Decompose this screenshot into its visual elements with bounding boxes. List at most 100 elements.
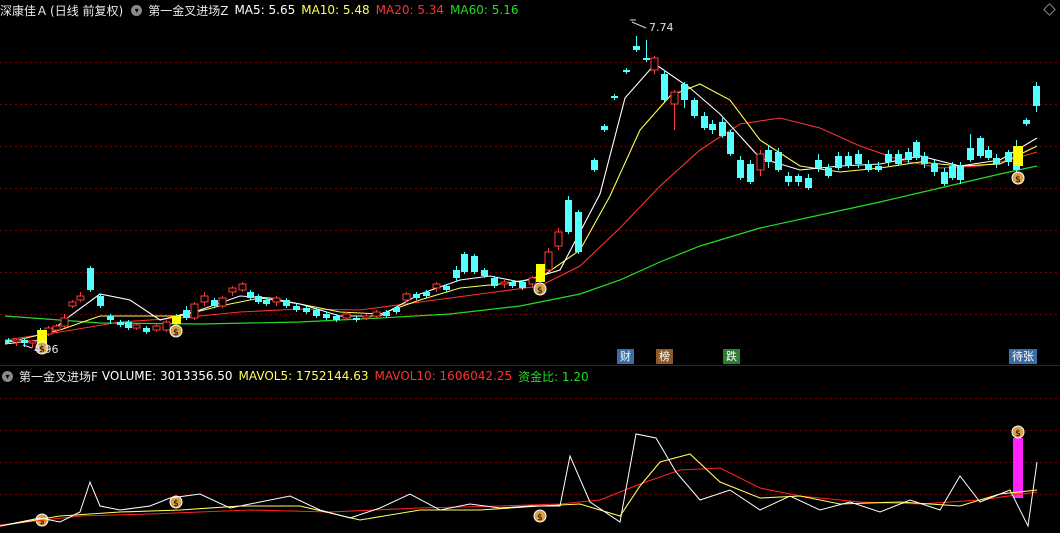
candle [993,154,1000,168]
curve [4,117,1038,341]
badge-finance[interactable]: 财 [617,349,634,364]
candle [661,70,668,102]
candle-body [795,176,802,182]
candle-body [519,282,526,288]
candle [985,146,992,160]
candle [701,112,708,130]
candle-body [1023,120,1030,124]
badge-ranking[interactable]: 榜 [656,349,673,364]
candle [461,252,468,274]
curve [0,467,1038,526]
candle-body [875,166,882,170]
candle-body [957,166,964,180]
candle-body [967,148,974,160]
candle-body [60,317,69,327]
volume-grid-lines [0,398,1060,495]
candle-body [303,308,310,312]
candle [500,280,509,288]
candle-body [293,306,300,310]
candle-body [650,57,659,71]
volume-indicator-menu-icon[interactable]: ▾ [2,370,13,382]
candle-body [554,231,563,247]
candle-body [825,168,832,176]
candle [670,90,679,130]
candle [1023,118,1030,126]
coin-glyph: $ [173,499,179,509]
candle-body [12,339,21,343]
candle [913,140,920,160]
candle-body [931,164,938,172]
candle [162,320,171,332]
volume-chart-header: ▾ 第一金叉进场F VOLUME: 3013356.50 MAVOL5: 175… [0,366,1060,386]
candle [785,172,792,186]
candle-body [727,132,734,154]
candle-body [383,312,390,316]
candle [591,158,598,172]
coin-glyph: $ [1015,429,1021,439]
candle [255,294,262,304]
candle [413,292,420,300]
candle-body [623,70,630,72]
candle [825,164,832,178]
candle [402,292,411,302]
candle-body [481,270,488,276]
candle [737,156,744,180]
candle [835,152,842,170]
candle [633,36,640,52]
candle [967,134,974,162]
candle-body [453,270,460,278]
candle-body [218,297,227,307]
grid-lines [0,62,1060,315]
ma60-line [4,165,1038,325]
candle-body [591,160,598,170]
candle [575,210,582,254]
candle-body [601,126,608,130]
candle-body [815,160,822,168]
candle [977,136,984,158]
candle [218,296,227,308]
candle-body [993,158,1000,164]
high-annotation: 7.74 [630,19,674,34]
candlestick-chart[interactable]: $$$$ 7.74 4.96 [0,0,1060,366]
candle [247,290,254,300]
candle [845,152,852,168]
candle [931,160,938,176]
candle-body [845,156,852,166]
candle-body [211,300,218,306]
candle [272,296,281,306]
badge-pending[interactable]: 待张 [1009,349,1037,364]
candle-body [747,164,754,182]
mavol5-value: MAVOL5: 1752144.63 [238,369,369,383]
candle [544,248,553,272]
candle-body [756,153,765,171]
volume-chart[interactable]: $$$$ [0,386,1060,533]
coin-glyph: $ [173,328,179,338]
candle [200,292,209,306]
candle [60,314,69,328]
volume-indicator-name[interactable]: 第一金叉进场F [19,368,98,385]
candle-body [125,322,132,328]
ma5-line [4,63,1038,345]
badge-fall[interactable]: 跌 [723,349,740,364]
candle-body [372,311,381,317]
candle [453,266,460,282]
candle [941,168,948,186]
candle-body [977,138,984,156]
candle [471,254,478,274]
candle-body [885,154,892,162]
candle-body [183,310,190,318]
candle [727,130,734,156]
candle-body [701,116,708,128]
candle [865,160,872,172]
candle [97,294,104,308]
candle-body [765,150,772,162]
candle-body [200,295,209,303]
candle-body [432,283,441,289]
candle-body [76,295,85,301]
candle-body [709,124,716,130]
candle-body [775,152,782,170]
candle-body [611,96,618,98]
candle-body [393,308,400,312]
candles [5,36,1040,350]
candle-body [68,301,77,307]
